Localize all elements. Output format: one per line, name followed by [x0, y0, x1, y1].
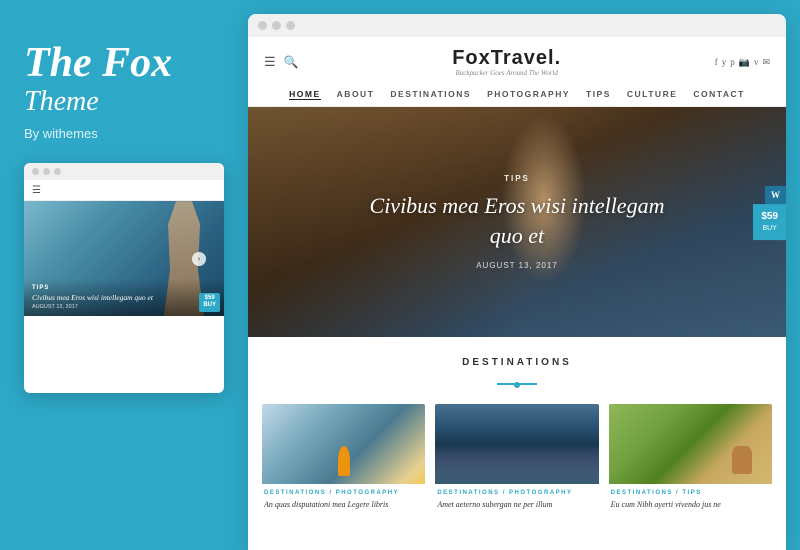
nav-bar: HOME ABOUT DESTINATIONS PHOTOGRAPHY TIPS… [264, 83, 770, 106]
mini-browser-content: ☰ FoxTravel. TIPS Civibus mea Eros wisi … [24, 180, 224, 316]
mini-hero-overlay: TIPS Civibus mea Eros wisi intellegam qu… [24, 279, 224, 316]
theme-by: By withemes [24, 126, 224, 141]
mini-browser-bar [24, 163, 224, 180]
mini-next-arrow[interactable]: › [192, 252, 206, 266]
hero-section: TIPS Civibus mea Eros wisi intellegam qu… [248, 107, 786, 337]
destination-card-1[interactable]: DESTINATIONS / PHOTOGRAPHY An quas dispu… [262, 404, 425, 510]
destinations-section: DESTINATIONS DESTINATIONS / PHOTOGRAPHY … [248, 337, 786, 520]
destination-card-2[interactable]: DESTINATIONS / PHOTOGRAPHY Amet aeterno … [435, 404, 598, 510]
mini-hero-date: AUGUST 13, 2017 [32, 304, 216, 310]
price-badge[interactable]: $59 BUY [753, 204, 786, 240]
card-tag-1: DESTINATIONS / PHOTOGRAPHY [262, 490, 425, 496]
youtube-icon[interactable]: y [722, 57, 727, 67]
browser-dot-2 [272, 21, 281, 30]
nav-contact[interactable]: CONTACT [693, 89, 744, 100]
site-tagline: Backpacker Goes Around The World [452, 69, 561, 77]
site-header: ☰ 🔍 FoxTravel. Backpacker Goes Around Th… [248, 37, 786, 107]
browser-dot-1 [258, 21, 267, 30]
card-text-2: Amet aeterno subergan ne per illum [435, 499, 598, 510]
nav-home[interactable]: HOME [289, 89, 321, 100]
cards-row: DESTINATIONS / PHOTOGRAPHY An quas dispu… [262, 404, 772, 510]
nav-about[interactable]: ABOUT [337, 89, 375, 100]
mini-preview: ☰ FoxTravel. TIPS Civibus mea Eros wisi … [24, 163, 224, 393]
card-text-1: An quas disputationi mea Legere libris [262, 499, 425, 510]
card-image-3 [609, 404, 772, 484]
social-icons: f y p 📷 v ✉ [715, 57, 770, 68]
card-tag-3: DESTINATIONS / TIPS [609, 490, 772, 496]
site-content: ☰ 🔍 FoxTravel. Backpacker Goes Around Th… [248, 37, 786, 550]
mini-tips-tag: TIPS [32, 285, 216, 291]
mini-header: ☰ FoxTravel. [24, 180, 224, 201]
left-panel: The Fox Theme By withemes ☰ FoxTravel. T… [0, 0, 248, 550]
browser-dot-3 [286, 21, 295, 30]
hamburger-icon[interactable]: ☰ [264, 54, 276, 70]
nav-photography[interactable]: PHOTOGRAPHY [487, 89, 570, 100]
card-text-3: Eu cum Nibh ayerti vivendo jus ne [609, 499, 772, 510]
mini-dot-3 [54, 168, 61, 175]
destination-card-3[interactable]: DESTINATIONS / TIPS Eu cum Nibh ayerti v… [609, 404, 772, 510]
mini-logo: FoxTravel. [91, 184, 155, 196]
mini-hero-title: Civibus mea Eros wisi intellegam quo et [32, 293, 216, 303]
site-header-left: ☰ 🔍 [264, 54, 299, 70]
hero-tag: TIPS [504, 174, 530, 183]
price-sub-label: BUY [761, 224, 778, 234]
theme-subtitle: Theme [24, 86, 224, 118]
site-logo-wrap: FoxTravel. Backpacker Goes Around The Wo… [452, 47, 561, 77]
mini-dot-2 [43, 168, 50, 175]
section-divider [262, 372, 772, 390]
pinterest-icon[interactable]: p [730, 57, 735, 67]
nav-culture[interactable]: CULTURE [627, 89, 677, 100]
mini-price-badge[interactable]: $59 BUY [199, 293, 220, 313]
nav-tips[interactable]: TIPS [586, 89, 611, 100]
card-image-2 [435, 404, 598, 484]
card-image-1 [262, 404, 425, 484]
facebook-icon[interactable]: f [715, 57, 718, 67]
instagram-icon[interactable]: 📷 [739, 57, 750, 68]
nav-destinations[interactable]: DESTINATIONS [390, 89, 471, 100]
site-logo[interactable]: FoxTravel. [452, 47, 561, 70]
browser-window: ☰ 🔍 FoxTravel. Backpacker Goes Around Th… [248, 14, 786, 550]
divider-line [497, 383, 537, 385]
hero-date: AUGUST 13, 2017 [476, 261, 558, 270]
mini-hero: TIPS Civibus mea Eros wisi intellegam qu… [24, 201, 224, 316]
site-header-top: ☰ 🔍 FoxTravel. Backpacker Goes Around Th… [264, 47, 770, 77]
price-value: $59 [761, 211, 778, 222]
theme-title: The Fox [24, 40, 224, 86]
browser-bar [248, 14, 786, 37]
vimeo-icon[interactable]: v [754, 57, 759, 67]
card-tag-2: DESTINATIONS / PHOTOGRAPHY [435, 490, 598, 496]
hero-overlay: TIPS Civibus mea Eros wisi intellegam qu… [248, 107, 786, 337]
hero-title: Civibus mea Eros wisi intellegam quo et [367, 191, 667, 250]
wordpress-badge[interactable]: W [765, 186, 786, 204]
mail-icon[interactable]: ✉ [762, 57, 770, 68]
search-icon[interactable]: 🔍 [284, 55, 299, 70]
mini-hamburger-icon: ☰ [32, 185, 41, 196]
destinations-section-title: DESTINATIONS [262, 357, 772, 368]
mini-dot-1 [32, 168, 39, 175]
